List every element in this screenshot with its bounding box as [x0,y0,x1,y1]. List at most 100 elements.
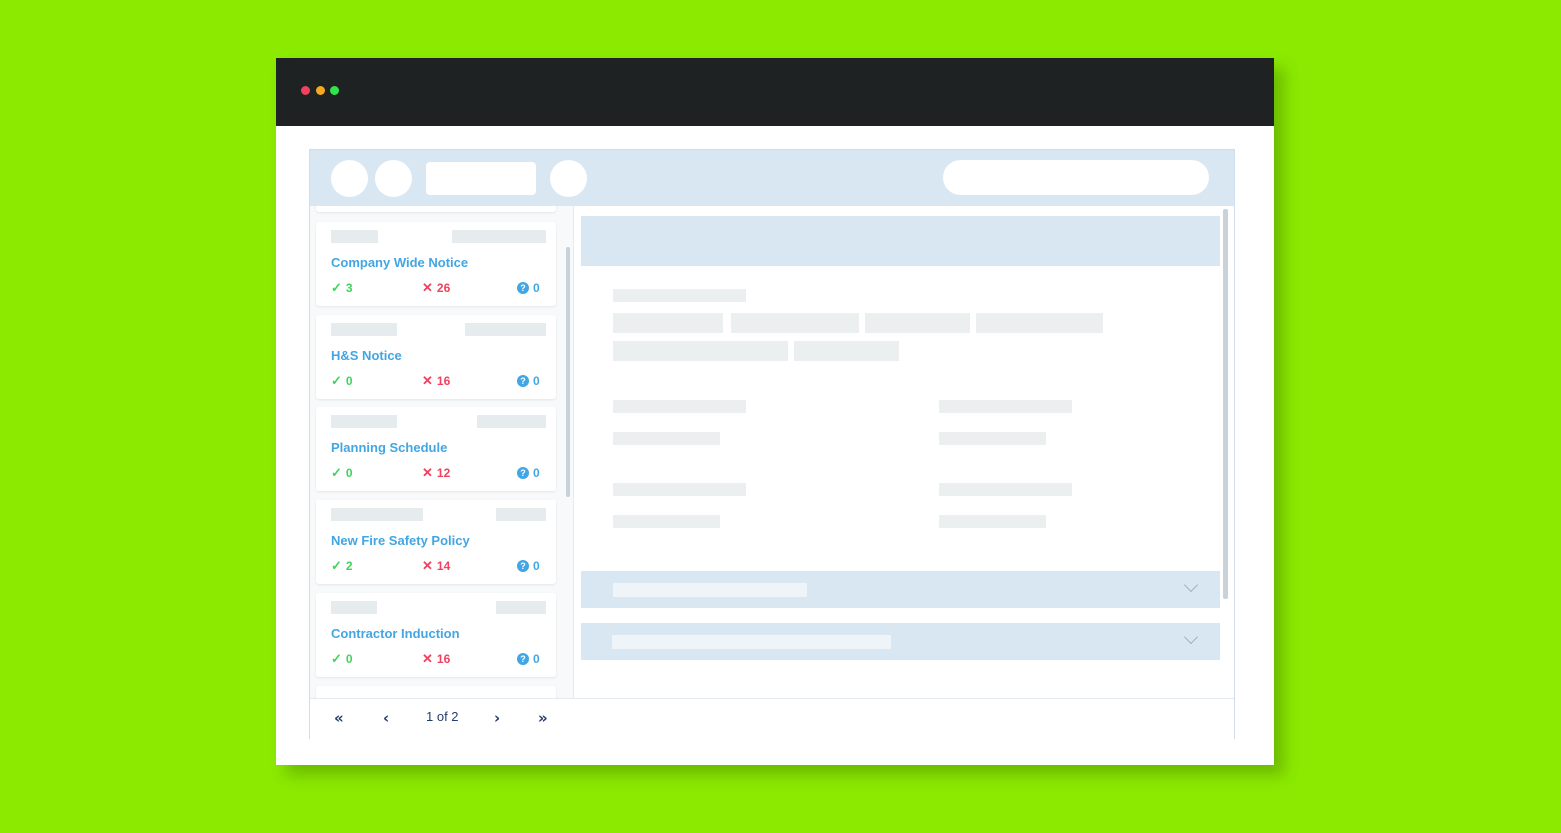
browser-window: Company Wide Notice ✓ 3 ✕ 26 ? 0 H&S Notice… [276,58,1274,765]
cross-icon: ✕ [422,465,433,480]
field-label-placeholder [939,400,1072,413]
declined-count: ✕ 16 [422,374,450,388]
check-icon: ✓ [331,280,342,295]
list-item[interactable]: Planning Schedule ✓ 0 ✕ 12 ? 0 [316,407,556,491]
list-item[interactable] [316,206,556,212]
toolbar-title-placeholder[interactable] [426,162,536,195]
detail-title-placeholder [613,289,746,302]
close-dot-icon[interactable] [301,86,310,95]
unknown-count: ? 0 [517,559,540,573]
list-item[interactable]: New Fire Safety Policy ✓ 2 ✕ 14 ? 0 [316,500,556,584]
question-icon: ? [517,282,529,294]
field-label-placeholder [613,400,746,413]
chevron-down-icon[interactable] [1183,629,1199,645]
declined-value: 12 [436,466,451,480]
card-title: New Fire Safety Policy [331,533,470,548]
declined-value: 16 [436,374,451,388]
card-meta-placeholder [331,323,397,336]
check-icon: ✓ [331,651,342,666]
card-meta-placeholder [331,601,377,614]
unknown-value: 0 [533,281,540,295]
unknown-count: ? 0 [517,281,540,295]
accordion-section[interactable] [581,571,1220,608]
accepted-value: 0 [345,374,353,388]
app-toolbar [310,150,1234,206]
sidebar-scrollbar[interactable] [566,247,570,497]
toolbar-menu-button[interactable] [375,160,412,197]
next-page-button[interactable]: › [494,709,500,727]
question-icon: ? [517,375,529,387]
question-icon: ? [517,560,529,572]
cross-icon: ✕ [422,373,433,388]
card-date-placeholder [452,230,546,243]
declined-count: ✕ 16 [422,652,450,666]
prev-page-button[interactable]: ‹ [383,709,389,727]
field-label-placeholder [939,483,1072,496]
detail-text-placeholder [731,313,859,333]
first-page-button[interactable]: « [334,709,344,727]
toolbar-avatar-button[interactable] [331,160,368,197]
minimize-dot-icon[interactable] [316,86,325,95]
card-date-placeholder [465,323,546,336]
detail-panel [574,206,1234,698]
card-date-placeholder [496,508,546,521]
detail-text-placeholder [613,313,723,333]
accepted-value: 2 [345,559,353,573]
accepted-count: ✓ 3 [331,281,353,295]
detail-text-placeholder [794,341,899,361]
card-date-placeholder [496,601,546,614]
list-item[interactable]: H&S Notice ✓ 0 ✕ 16 ? 0 [316,315,556,399]
page-indicator: 1 of 2 [426,709,459,724]
notice-list: Company Wide Notice ✓ 3 ✕ 26 ? 0 H&S Notice… [310,206,573,698]
chevron-down-icon[interactable] [1183,577,1199,593]
accordion-title-placeholder [613,583,807,597]
declined-value: 16 [436,652,451,666]
card-date-placeholder [477,415,546,428]
accepted-value: 0 [345,466,353,480]
accepted-count: ✓ 0 [331,652,353,666]
accepted-count: ✓ 2 [331,559,353,573]
list-item[interactable] [316,686,556,698]
unknown-value: 0 [533,559,540,573]
accepted-value: 3 [345,281,353,295]
card-meta-placeholder [331,230,378,243]
card-meta-placeholder [331,415,397,428]
declined-count: ✕ 12 [422,466,450,480]
unknown-value: 0 [533,466,540,480]
maximize-dot-icon[interactable] [330,86,339,95]
accordion-section[interactable] [581,623,1220,660]
card-title: Planning Schedule [331,440,448,455]
cross-icon: ✕ [422,280,433,295]
unknown-value: 0 [533,374,540,388]
field-value-placeholder [939,432,1046,445]
question-icon: ? [517,467,529,479]
detail-header [581,216,1220,266]
accepted-value: 0 [345,652,353,666]
unknown-count: ? 0 [517,466,540,480]
card-meta-placeholder [331,508,423,521]
question-icon: ? [517,653,529,665]
field-value-placeholder [613,515,720,528]
cross-icon: ✕ [422,558,433,573]
declined-value: 14 [436,559,451,573]
last-page-button[interactable]: » [538,709,548,727]
search-input[interactable] [943,160,1209,195]
list-item[interactable]: Contractor Induction ✓ 0 ✕ 16 ? 0 [316,593,556,677]
accepted-count: ✓ 0 [331,466,353,480]
card-title: Contractor Induction [331,626,460,641]
toolbar-action-button[interactable] [550,160,587,197]
accepted-count: ✓ 0 [331,374,353,388]
detail-text-placeholder [613,341,788,361]
app-frame: Company Wide Notice ✓ 3 ✕ 26 ? 0 H&S Notice… [309,149,1235,739]
accordion-title-placeholder [612,635,891,649]
check-icon: ✓ [331,373,342,388]
cross-icon: ✕ [422,651,433,666]
check-icon: ✓ [331,558,342,573]
field-label-placeholder [613,483,746,496]
detail-scrollbar[interactable] [1223,209,1228,599]
unknown-count: ? 0 [517,652,540,666]
check-icon: ✓ [331,465,342,480]
declined-count: ✕ 14 [422,559,450,573]
list-item[interactable]: Company Wide Notice ✓ 3 ✕ 26 ? 0 [316,222,556,306]
pagination: « ‹ 1 of 2 › » [310,698,1234,739]
